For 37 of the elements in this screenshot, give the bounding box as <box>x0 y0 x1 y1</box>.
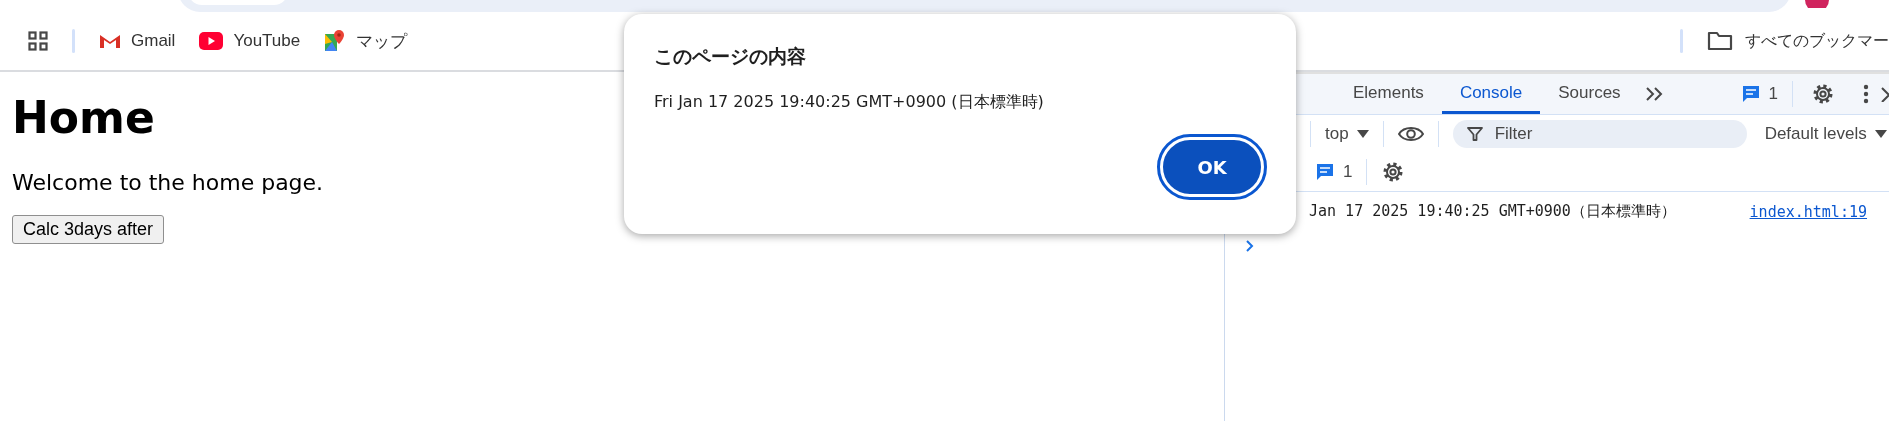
all-bookmarks-link[interactable]: すべてのブックマー <box>1707 30 1889 52</box>
filter-field[interactable]: Filter <box>1452 120 1747 148</box>
caret-icon <box>1874 130 1887 138</box>
calc-button[interactable]: Calc 3days after <box>12 215 165 245</box>
avatar-icon[interactable] <box>1805 0 1829 8</box>
bookmark-link[interactable]: マップ <box>324 29 408 53</box>
issues-count: 1 <box>1768 84 1778 104</box>
devtools-tab[interactable]: Console <box>1441 74 1541 114</box>
source-link[interactable]: index.html:19 <box>1749 202 1867 221</box>
welcome-text: Welcome to the home page. <box>12 170 325 196</box>
caret-icon <box>1356 130 1369 138</box>
filter-icon <box>1466 126 1483 142</box>
console-message: Jan 17 2025 19:40:25 GMT+0900（日本標準時） <box>1309 202 1676 221</box>
close-icon[interactable] <box>1881 86 1889 102</box>
prompt-icon[interactable] <box>1245 239 1255 253</box>
envelope-icon <box>99 33 121 49</box>
play-icon <box>199 32 224 50</box>
ok-button[interactable]: OK <box>1160 137 1264 197</box>
eye-icon[interactable] <box>1397 125 1424 143</box>
page-heading: Home <box>12 94 155 143</box>
context-select[interactable]: top <box>1325 124 1369 144</box>
bookmark-link[interactable]: Gmail <box>99 31 176 51</box>
more-tabs-icon[interactable] <box>1644 86 1665 102</box>
dialog-message: Fri Jan 17 2025 19:40:25 GMT+0900 (日本標準時) <box>654 92 1044 113</box>
devtools-tab[interactable]: Elements <box>1335 74 1442 114</box>
bookmark-link[interactable]: YouTube <box>199 31 301 51</box>
message-icon[interactable] <box>1740 85 1761 103</box>
more-menu-icon[interactable] <box>1863 84 1869 104</box>
message-icon[interactable] <box>1315 163 1335 181</box>
folder-icon <box>1707 31 1733 51</box>
settings-icon[interactable] <box>1811 82 1835 106</box>
levels-select[interactable]: Default levels <box>1764 124 1887 144</box>
devtools-tab[interactable]: Sources <box>1540 74 1639 114</box>
messages-count: 1 <box>1343 162 1353 182</box>
map-pin-icon <box>324 30 347 52</box>
apps-grid-icon[interactable] <box>28 31 48 51</box>
dialog-title: このページの内容 <box>654 44 806 69</box>
